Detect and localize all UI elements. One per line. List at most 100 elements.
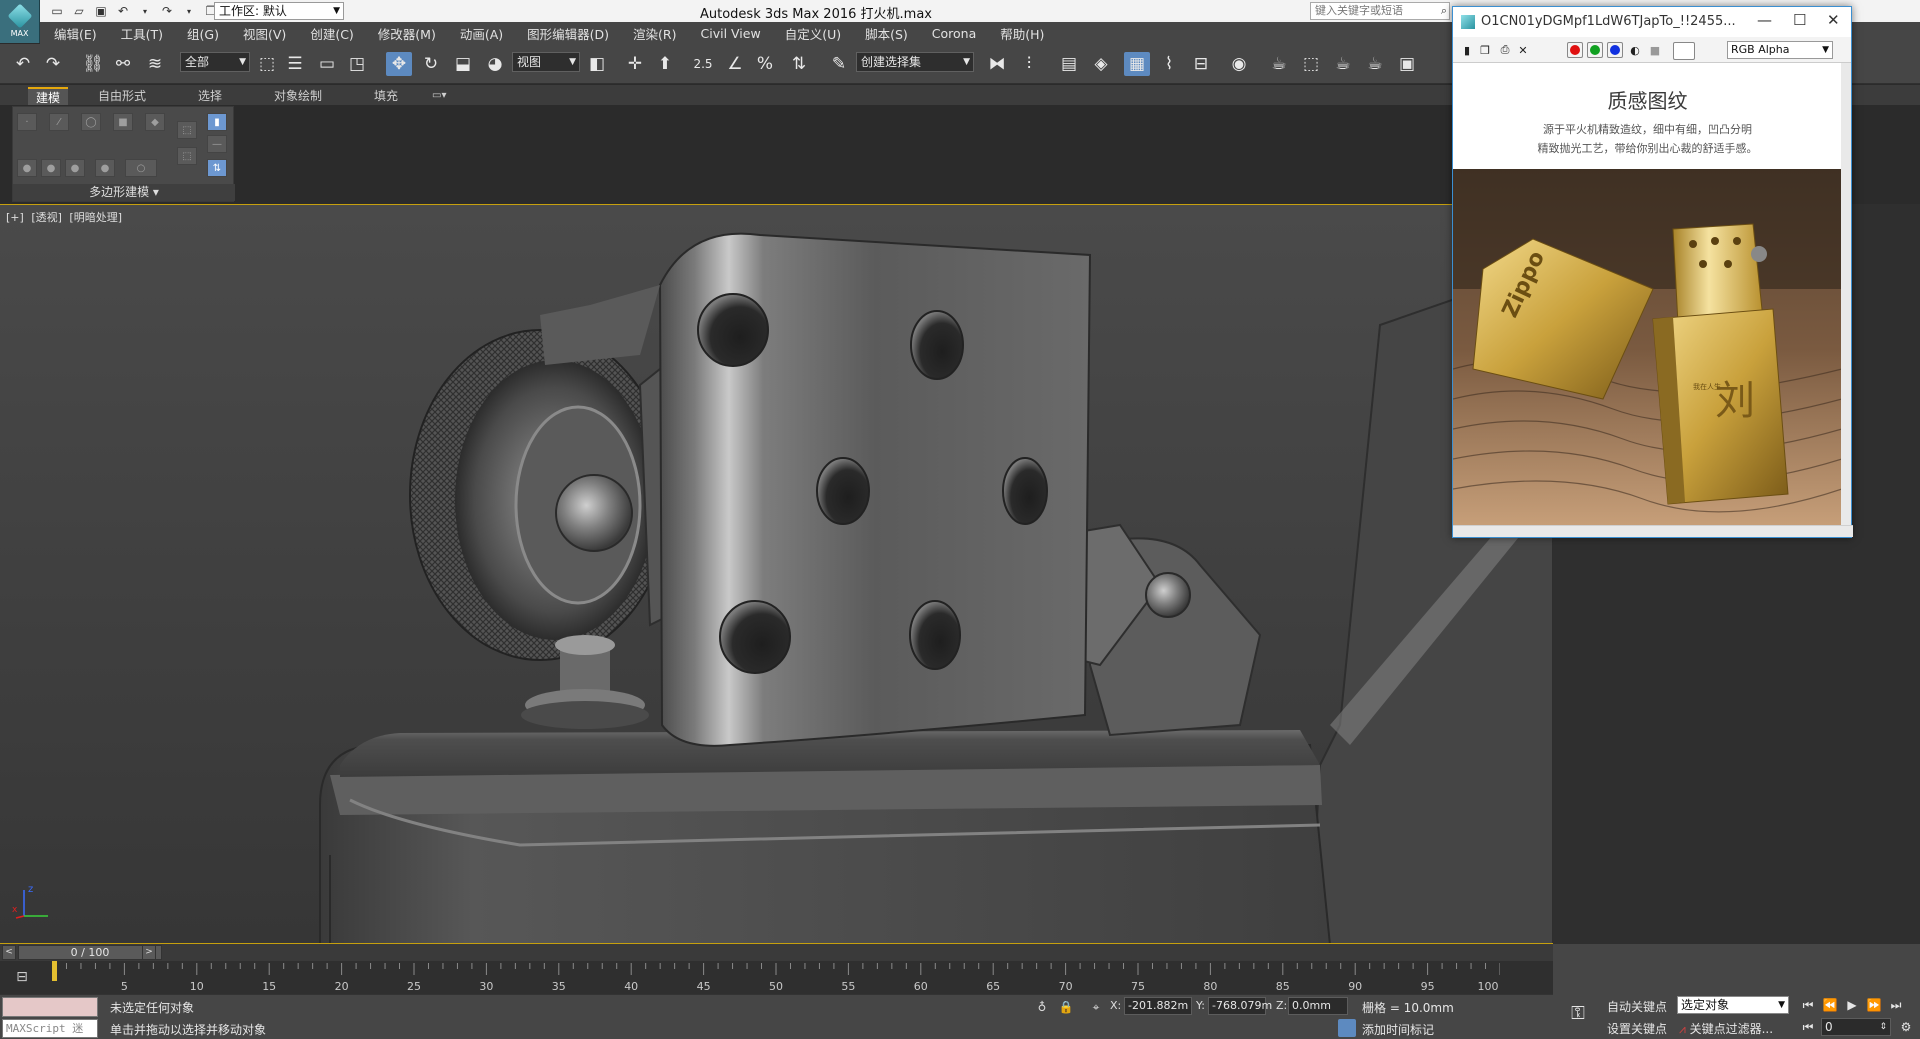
percent-snap-icon[interactable]: % [752,52,778,76]
play-icon[interactable]: ▶ [1843,996,1861,1014]
bind-spacewarp-icon[interactable]: ≋ [142,52,168,76]
next-frame-icon[interactable]: ⏩ [1865,996,1883,1014]
border-icon[interactable]: ◯ [81,113,101,131]
menu-edit[interactable]: 编辑(E) [54,24,97,43]
close-icon[interactable]: ✕ [1827,11,1840,29]
edge-icon[interactable]: ⁄ [49,113,69,131]
open-file-icon[interactable]: ▱ [70,2,88,20]
clear-icon[interactable]: ✕ [1515,42,1531,58]
add-time-tag[interactable]: 添加时间标记 [1362,1021,1434,1038]
snaps-toggle-icon[interactable]: 2.5 [690,52,716,76]
go-to-start-icon[interactable]: ⏮ [1799,996,1817,1014]
copy-image-icon[interactable]: ❐ [1477,42,1493,58]
ribbon-options-icon[interactable]: ▭▾ [424,87,454,105]
menu-corona[interactable]: Corona [932,26,976,41]
spinner-snap-icon[interactable]: ⇅ [786,52,812,76]
isolate-selection-icon[interactable]: ♁ [1034,999,1050,1015]
auto-key-button[interactable]: 自动关键点 [1607,998,1667,1015]
modify-mode-icon[interactable]: ⬚ [177,121,197,139]
save-file-icon[interactable]: ▣ [92,2,110,20]
red-channel-toggle[interactable] [1567,42,1583,58]
render-activeshade-icon[interactable]: ▣ [1394,52,1420,76]
selection-filter-dropdown[interactable]: 全部 ▼ [180,52,250,72]
redo-dropdown-icon[interactable]: ▾ [180,2,198,20]
key-filters-button[interactable]: ⩘ 关键点过滤器... [1679,1020,1773,1037]
tab-freeform[interactable]: 自由形式 [90,87,154,105]
key-icon[interactable]: ⚿ [1569,1003,1587,1024]
menu-help[interactable]: 帮助(H) [1000,24,1044,43]
shrink-icon[interactable]: ● [41,159,61,177]
select-scale-icon[interactable]: ⬓ [450,52,476,76]
render-production-icon[interactable]: ☕ [1330,52,1356,76]
search-icon[interactable]: ⌕ [1441,3,1447,19]
ring-icon[interactable]: ● [95,159,115,177]
viewport-label-menu[interactable]: [+] [透视] [明暗处理] [6,209,126,225]
tab-object-paint[interactable]: 对象绘制 [266,87,330,105]
window-crossing-icon[interactable]: ◳ [344,52,370,76]
scene-explorer-icon[interactable]: ▦ [1124,52,1150,76]
viewport-pov-menu[interactable]: [透视] [31,211,62,224]
blue-channel-toggle[interactable] [1607,42,1623,58]
menu-group[interactable]: 组(G) [187,24,219,43]
curve-editor-icon[interactable]: ⌇ [1156,52,1182,76]
channel-dropdown[interactable]: RGB Alpha ▼ [1727,41,1833,59]
alpha-channel-icon[interactable]: ◐ [1627,42,1643,58]
edit-named-selection-icon[interactable]: ✎ [826,52,852,76]
reference-vertical-scrollbar[interactable] [1841,63,1851,527]
menu-create[interactable]: 创建(C) [310,24,353,43]
lock-selection-icon[interactable]: 🔒 [1058,999,1074,1015]
color-swatch[interactable] [1673,42,1695,60]
y-coordinate-field[interactable]: -768.079m [1208,997,1272,1015]
maximize-icon[interactable]: ☐ [1793,11,1806,29]
select-manipulate-icon[interactable]: ✛ [622,52,648,76]
time-slider-prev-icon[interactable]: < [2,945,16,960]
go-to-end-icon[interactable]: ⏭ [1887,996,1905,1014]
ribbon-pin-icon[interactable]: ▮ [207,113,227,131]
menu-tools[interactable]: 工具(T) [121,24,163,43]
menu-animation[interactable]: 动画(A) [460,24,503,43]
time-config-icon[interactable]: ⚙ [1897,1018,1915,1036]
workspace-dropdown[interactable]: 工作区: 默认 ▼ [214,2,344,20]
undo-icon[interactable]: ↶ [114,2,132,20]
key-selection-dropdown[interactable]: 选定对象 ▼ [1677,996,1789,1014]
select-object-icon[interactable]: ⬚ [254,52,280,76]
link-icon[interactable]: ⛓ [80,52,106,76]
keyboard-shortcut-override-icon[interactable]: ⬆ [652,52,678,76]
menu-civil-view[interactable]: Civil View [701,26,761,41]
mirror-icon[interactable]: ⧓ [984,52,1010,76]
set-key-button[interactable]: 设置关键点 [1607,1020,1667,1037]
menu-views[interactable]: 视图(V) [243,24,286,43]
select-move-icon[interactable]: ✥ [386,52,412,76]
tab-selection[interactable]: 选择 [190,87,230,105]
absolute-mode-icon[interactable]: ⌖ [1088,999,1104,1015]
named-selection-dropdown[interactable]: 创建选择集 ▼ [856,52,974,72]
x-coordinate-field[interactable]: -201.882m [1124,997,1192,1015]
unlink-icon[interactable]: ⚯ [110,52,136,76]
track-bar[interactable]: ⊟ 5 10 15 20 25 30 35 40 45 50 55 60 65 70 75 80 85 90 95 1… [0,961,1553,994]
maxscript-listener[interactable] [2,997,98,1017]
render-setup-icon[interactable]: ☕ [1266,52,1292,76]
undo-icon[interactable]: ↶ [10,52,36,76]
maxscript-mini-listener[interactable]: MAXScript 迷 [2,1019,98,1038]
redo-icon[interactable]: ↷ [158,2,176,20]
search-input[interactable]: 键入关键字或短语 ⌕ [1310,2,1450,20]
app-menu-button[interactable]: MAX [0,0,40,43]
mono-icon[interactable]: ■ [1647,42,1663,58]
vertex-icon[interactable]: · [17,113,37,131]
undo-dropdown-icon[interactable]: ▾ [136,2,154,20]
loop-icon[interactable]: ○ [125,159,157,177]
reference-horizontal-scrollbar[interactable] [1453,525,1853,537]
align-icon[interactable]: ⫶ [1016,52,1042,76]
render-iterative-icon[interactable]: ☕ [1362,52,1388,76]
current-frame-field[interactable]: 0 ⇕ [1821,1018,1891,1036]
placement-icon[interactable]: ◕ [482,52,508,76]
key-mode-icon[interactable]: ⏮ [1799,1018,1817,1036]
pivot-center-icon[interactable]: ◧ [584,52,610,76]
new-file-icon[interactable]: ▭ [48,2,66,20]
angle-snap-icon[interactable]: ∠ [722,52,748,76]
schematic-view-icon[interactable]: ⊟ [1188,52,1214,76]
viewport-shading-menu[interactable]: [明暗处理] [69,211,122,224]
use-soft-selection-icon[interactable]: ● [17,159,37,177]
polygon-modeling-dropdown[interactable]: 多边形建模 ▾ [13,184,235,201]
rendered-frame-window-icon[interactable]: ⬚ [1298,52,1324,76]
